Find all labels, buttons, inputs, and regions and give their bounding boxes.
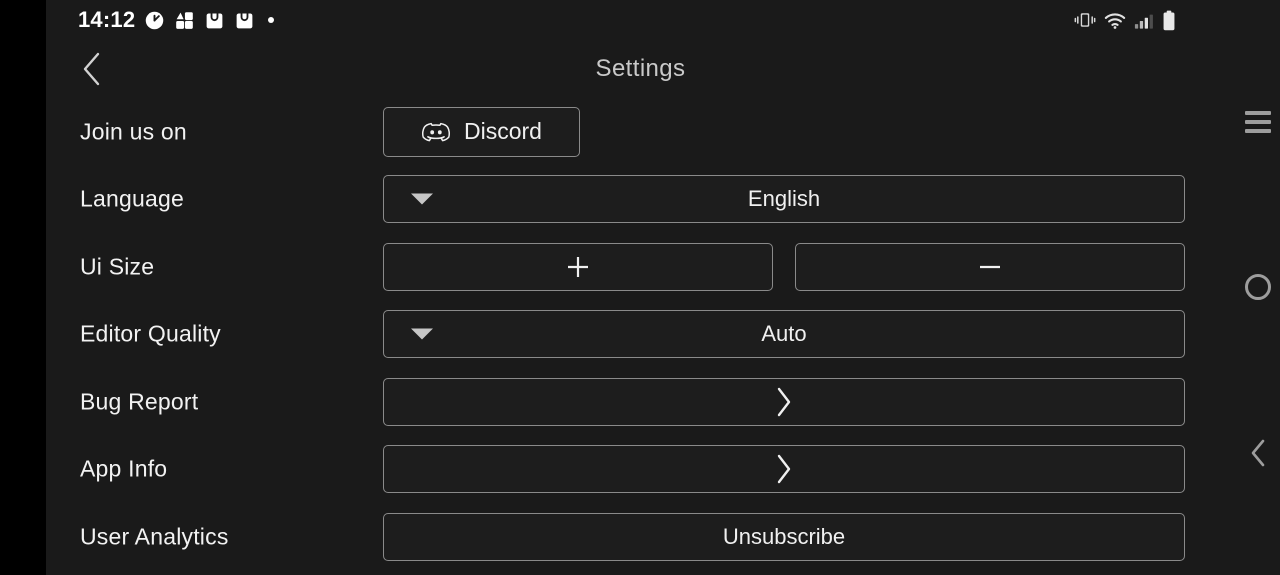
settings-row-join-us-on: Join us on Discord: [46, 98, 1235, 166]
nav-home-button[interactable]: [1235, 265, 1280, 309]
app-info-button[interactable]: [383, 445, 1185, 494]
bug-report-button[interactable]: [383, 377, 1185, 426]
wifi-icon: [1104, 12, 1126, 29]
android-navigation-bar: [1235, 0, 1280, 575]
home-circle-icon: [1244, 274, 1271, 300]
settings-row-ui-size: Ui Size: [46, 233, 1235, 301]
shopping-bag-icon: [236, 12, 253, 28]
triangle-down-icon: [411, 193, 433, 205]
discord-logo-icon: [422, 122, 451, 142]
row-controls: Discord: [383, 106, 1185, 157]
status-bar-right: [1074, 0, 1176, 40]
status-bar-left: 14:12: [78, 0, 275, 40]
battery-icon: [1163, 10, 1175, 30]
settings-row-editor-quality: Editor Quality Auto: [46, 301, 1235, 369]
dot-icon: [268, 17, 275, 23]
status-bar: 14:12: [46, 0, 1280, 40]
nav-back-button[interactable]: [1235, 431, 1280, 475]
row-controls: English: [383, 175, 1185, 224]
shopping-bag-icon: [206, 12, 223, 28]
row-label: Ui Size: [80, 253, 155, 280]
nav-recents-button[interactable]: [1235, 100, 1280, 144]
row-controls: [383, 445, 1185, 494]
row-controls: [383, 242, 1185, 291]
chevron-right-icon: [777, 387, 791, 416]
unsubscribe-label: Unsubscribe: [722, 523, 846, 549]
chevron-left-icon: [83, 52, 100, 86]
timer-icon: [146, 11, 164, 29]
language-dropdown-value: English: [747, 186, 821, 212]
page-header: Settings: [46, 40, 1235, 98]
chevron-right-icon: [777, 455, 791, 484]
header-back-button[interactable]: [66, 45, 118, 93]
hamburger-recents-icon: [1244, 111, 1271, 133]
screen-root: 14:12 Settings Join us on Discord Langua…: [0, 0, 1280, 575]
puzzle-icon: [176, 11, 194, 29]
row-label: Language: [80, 185, 184, 212]
minus-icon: [980, 265, 1000, 268]
triangle-down-icon: [411, 328, 433, 340]
discord-button-label: Discord: [464, 118, 542, 145]
settings-row-language: Language English: [46, 166, 1235, 234]
language-dropdown[interactable]: English: [383, 175, 1185, 224]
vibrate-icon: [1074, 13, 1096, 27]
row-label: Join us on: [80, 118, 187, 145]
row-label: App Info: [80, 455, 168, 482]
row-controls: [383, 377, 1185, 426]
settings-row-user-analytics: User Analytics Unsubscribe: [46, 503, 1235, 571]
row-label: User Analytics: [80, 523, 229, 550]
row-label: Bug Report: [80, 388, 199, 415]
cell-signal-icon: [1134, 14, 1153, 29]
settings-row-bug-report: Bug Report: [46, 368, 1235, 436]
ui-size-decrease-button[interactable]: [795, 242, 1185, 291]
editor-quality-dropdown[interactable]: Auto: [383, 310, 1185, 359]
ui-size-increase-button[interactable]: [383, 242, 773, 291]
row-controls: Auto: [383, 310, 1185, 359]
editor-quality-dropdown-value: Auto: [761, 321, 807, 347]
row-label: Editor Quality: [80, 320, 221, 347]
left-black-gutter: [0, 0, 46, 575]
discord-button[interactable]: Discord: [383, 106, 580, 157]
page-title: Settings: [595, 55, 686, 82]
row-controls: Unsubscribe: [383, 512, 1185, 561]
user-analytics-unsubscribe-button[interactable]: Unsubscribe: [383, 512, 1185, 561]
chevron-left-icon: [1251, 439, 1264, 467]
settings-rows: Join us on Discord Language English Ui S…: [46, 98, 1235, 575]
settings-row-app-info: App Info: [46, 436, 1235, 504]
status-bar-clock: 14:12: [78, 7, 136, 32]
plus-icon: [568, 256, 588, 277]
